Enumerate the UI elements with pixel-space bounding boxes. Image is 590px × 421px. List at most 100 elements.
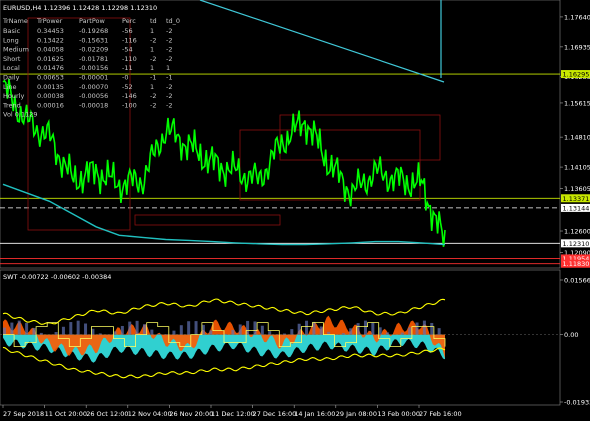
oscillator-bar [327, 331, 331, 335]
table-cell: -0.00056 [79, 92, 108, 100]
price-scale[interactable]: 1.176401.169351.162351.156151.148101.141… [560, 13, 590, 268]
table-cell: -2 [166, 27, 172, 35]
oscillator-bar [371, 322, 375, 335]
osc-label: -0.01933 [564, 399, 590, 407]
oscillator-bar [400, 332, 404, 335]
oscillator-bar [61, 326, 65, 335]
table-cell: -2 [150, 36, 156, 44]
table-cell: -2 [166, 46, 172, 54]
oscillator-bar [179, 325, 183, 335]
table-cell: Hourly [3, 92, 24, 100]
oscillator-bar [260, 325, 264, 335]
table-header: td_0 [166, 17, 180, 25]
oscillator-bar [231, 329, 235, 335]
oscillator-bar [312, 321, 316, 335]
oscillator-bar [238, 324, 242, 335]
table-cell: Daily [3, 74, 20, 82]
price-label: 1.12600 [564, 228, 590, 236]
table-cell: Medium [3, 46, 29, 54]
oscillator-bar [69, 322, 73, 335]
oscillator-bar [135, 320, 139, 335]
price-marker-label: 1.11830 [563, 260, 590, 268]
oscillator-bar [363, 320, 367, 335]
table-header: Perc [122, 17, 136, 25]
table-cell: -0.00156 [79, 64, 108, 72]
table-cell: 1 [150, 83, 154, 91]
oscillator-bar [246, 320, 250, 335]
price-label: 1.17640 [564, 13, 590, 21]
time-label: 26 Oct 12:00 [86, 410, 128, 418]
table-cell: -0.15631 [79, 36, 108, 44]
oscillator-bar [113, 331, 117, 335]
oscillator-bar [268, 331, 272, 335]
table-header: TrName [2, 17, 28, 25]
chart-window[interactable]: EURUSD,H4 1.12396 1.12428 1.12298 1.1231… [0, 0, 590, 421]
time-label: 13 Feb 00:00 [377, 410, 420, 418]
table-cell: 0.34453 [37, 27, 64, 35]
oscillator-bar [150, 329, 154, 335]
price-marker-label: 1.13144 [563, 204, 590, 212]
oscillator-bar [378, 327, 382, 335]
oscillator-bar [98, 333, 102, 335]
table-cell: -11 [122, 64, 133, 72]
oscillator-bar [120, 325, 124, 335]
oscillator-bar [76, 320, 80, 335]
table-cell: 0.00016 [37, 101, 64, 109]
time-label: 11 Dec 12:00 [211, 410, 255, 418]
osc-label: 0.01566 [564, 277, 590, 285]
oscillator-bar [290, 329, 294, 335]
table-cell: -0.02209 [79, 46, 108, 54]
table-cell: -0.19268 [79, 27, 108, 35]
table-header: td [150, 17, 157, 25]
price-label: 1.15615 [564, 99, 590, 107]
oscillator-bar [430, 322, 434, 335]
table-cell: -1 [150, 74, 156, 82]
table-cell: Basic [3, 27, 21, 35]
oscillator-bar [437, 328, 441, 335]
oscillator-bar [201, 324, 205, 335]
table-footer: Vol 0.1129 [3, 111, 38, 119]
table-cell: 1 [166, 64, 170, 72]
table-cell: -146 [122, 92, 137, 100]
table-cell: 0.01625 [37, 55, 64, 63]
oscillator-bar [157, 333, 161, 335]
price-label: 1.13605 [564, 185, 590, 193]
time-label: 14 Jan 16:00 [294, 410, 335, 418]
oscillator-bar [386, 332, 390, 335]
oscillator-bar [305, 320, 309, 335]
table-cell: -2 [150, 55, 156, 63]
oscillator-bar [415, 322, 419, 335]
time-label: 27 Sep 2018 [3, 410, 44, 418]
oscillator-bar [341, 333, 345, 335]
table-cell: 0.00038 [37, 92, 64, 100]
oscillator-bar [17, 320, 21, 335]
time-axis[interactable]: 27 Sep 2018 11 Oct 20:00 26 Oct 12:00 12 No… [2, 405, 462, 418]
table-cell: 0.04058 [37, 46, 64, 54]
oscillator-bar [39, 332, 43, 335]
table-cell: -116 [122, 36, 137, 44]
oscillator-bar [172, 330, 176, 335]
table-cell: Trend [2, 101, 21, 109]
table-cell: -0 [122, 74, 128, 82]
table-cell: 0.01476 [37, 64, 64, 72]
price-marker-label: 1.12310 [563, 240, 590, 248]
price-label: 1.14810 [564, 134, 590, 142]
table-cell: 1 [150, 27, 154, 35]
table-cell: -2 [166, 92, 172, 100]
price-label: 1.16935 [564, 43, 590, 51]
oscillator-bar [25, 322, 29, 335]
table-cell: -2 [166, 83, 172, 91]
table-cell: Long [3, 36, 19, 44]
oscillator-bar [319, 326, 323, 335]
table-cell: -2 [166, 36, 172, 44]
table-cell: 1 [150, 46, 154, 54]
table-cell: 1 [150, 64, 154, 72]
time-label: 26 Nov 20:00 [169, 410, 213, 418]
oscillator-bar [209, 330, 213, 335]
table-cell: -1 [166, 74, 172, 82]
oscillator-bar [408, 327, 412, 335]
time-label: 29 Jan 08:00 [336, 410, 377, 418]
table-cell: -0.00001 [79, 74, 108, 82]
oscillator-bar [349, 328, 353, 335]
oscillator-scale[interactable]: 0.01566 0.00 -0.01933 [560, 277, 590, 407]
